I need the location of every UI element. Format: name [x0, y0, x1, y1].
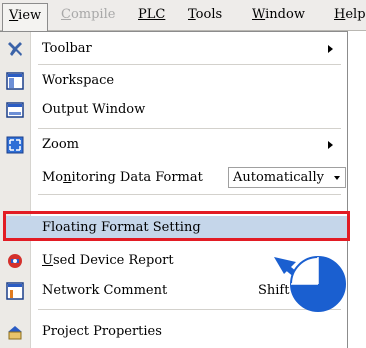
network-comment-icon — [6, 282, 24, 300]
menu-item-used-device-report[interactable]: Used Device Report — [0, 250, 347, 274]
dropdown-arrow-icon — [334, 176, 340, 180]
menu-separator — [38, 64, 341, 65]
menu-item-floating-format-setting[interactable]: Floating Format Setting — [4, 216, 347, 240]
menu-tools-accel: T — [188, 7, 196, 22]
menu-tools-rest: ools — [195, 7, 223, 22]
menu-item-zoom-label: Zoom — [42, 137, 80, 152]
tools-icon — [6, 40, 24, 58]
monitoring-format-value: Automatically — [233, 170, 324, 185]
network-comment-shortcut: Shift+ — [258, 283, 301, 298]
menu-compile-accel: C — [61, 7, 71, 22]
menu-compile-rest: ompile — [70, 7, 116, 22]
view-dropdown-menu: Toolbar Workspace Output Window Zoom Mon… — [0, 31, 348, 348]
menu-item-floating-label: Floating Format Setting — [42, 220, 201, 235]
menu-help[interactable]: Help — [334, 6, 366, 24]
menu-item-output-window[interactable]: Output Window — [0, 99, 347, 123]
zoom-icon — [6, 136, 24, 154]
menu-item-monitoring-label: Monitoring Data Format — [42, 170, 203, 185]
menu-item-network-comment-label: Network Comment — [42, 283, 168, 298]
menu-item-network-comment[interactable]: Network Comment Shift+ — [0, 280, 347, 304]
menu-separator — [38, 309, 341, 310]
menu-tools[interactable]: Tools — [188, 6, 222, 24]
menu-item-output-window-label: Output Window — [42, 102, 146, 117]
menu-view-rest: iew — [18, 8, 42, 23]
menu-help-accel: H — [334, 7, 346, 22]
menu-item-project-properties[interactable]: Project Properties — [0, 321, 347, 345]
menu-compile[interactable]: Compile — [61, 6, 115, 24]
menu-item-toolbar-label: Toolbar — [42, 41, 92, 56]
menu-window[interactable]: Window — [252, 6, 305, 24]
menu-item-zoom[interactable]: Zoom — [0, 134, 347, 158]
menu-item-workspace[interactable]: Workspace — [0, 70, 347, 94]
menu-bar: View Compile PLC Tools Window Help — [0, 0, 366, 31]
menu-item-used-device-label: Used Device Report — [42, 253, 174, 268]
device-report-icon — [6, 252, 24, 270]
submenu-arrow-icon — [328, 45, 333, 53]
menu-item-monitoring-data-format: Monitoring Data Format Automatically — [0, 167, 347, 189]
output-window-icon — [6, 101, 24, 119]
menu-window-accel: W — [252, 7, 266, 22]
project-properties-icon — [6, 323, 24, 341]
workspace-icon — [6, 72, 24, 90]
submenu-arrow-icon — [328, 141, 333, 149]
menu-view[interactable]: View — [2, 3, 49, 31]
menu-view-accel: V — [9, 8, 19, 23]
menu-help-rest: elp — [345, 7, 366, 22]
menu-item-workspace-label: Workspace — [42, 73, 115, 88]
menu-plc-label: PLC — [138, 7, 166, 22]
menu-item-toolbar[interactable]: Toolbar — [0, 38, 347, 60]
menu-plc[interactable]: PLC — [138, 6, 165, 24]
monitoring-format-select[interactable]: Automatically — [228, 167, 346, 188]
menu-item-project-properties-label: Project Properties — [42, 324, 162, 339]
menu-separator — [38, 194, 341, 195]
menu-separator — [38, 128, 341, 129]
menu-window-rest: indow — [265, 7, 305, 22]
